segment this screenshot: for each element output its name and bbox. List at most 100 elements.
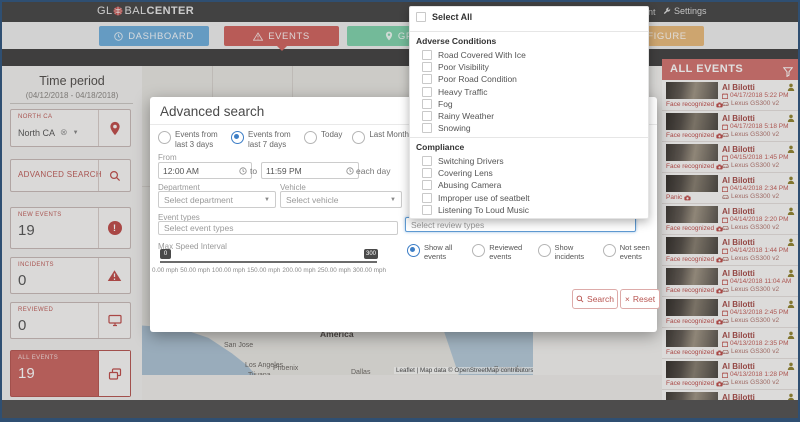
period-radio-group: Events from last 3 days Events from last… — [158, 130, 409, 150]
radio-icon — [304, 131, 317, 144]
checkbox-icon — [422, 123, 432, 133]
radio-icon — [603, 244, 616, 257]
review-radio-option[interactable]: Not seen events — [603, 243, 657, 262]
slider-tick-label: 150.00 mph — [247, 267, 280, 274]
review-radio-group: Show all events Reviewed events Show inc… — [407, 243, 657, 262]
compliance-header: Compliance — [416, 142, 464, 152]
dropdown-checkbox-option[interactable]: Covering Lens — [410, 167, 648, 179]
slider-tick-label: 50.00 mph — [180, 267, 210, 274]
dropdown-checkbox-option[interactable]: Poor Visibility — [410, 61, 648, 73]
radio-icon — [158, 131, 171, 144]
checkbox-label: Covering Lens — [438, 168, 493, 178]
period-radio-option[interactable]: Last Month — [352, 130, 409, 150]
review-types-input[interactable] — [405, 217, 636, 232]
radio-label: Show incidents — [555, 243, 592, 262]
to-label: to — [250, 166, 257, 176]
radio-icon — [407, 244, 420, 257]
review-radio-option[interactable]: Show all events — [407, 243, 461, 262]
checkbox-label: Rainy Weather — [438, 111, 494, 121]
checkbox-label: Road Covered With Ice — [438, 50, 526, 60]
checkbox-icon — [422, 111, 432, 121]
event-types-input[interactable] — [158, 221, 398, 235]
radio-label: Events from last 7 days — [248, 130, 294, 150]
checkbox-label: Abusing Camera — [438, 180, 501, 190]
slider-tick-label: 100.00 mph — [212, 267, 245, 274]
slider-min-handle[interactable]: 0 — [160, 249, 171, 259]
modal-title: Advanced search — [160, 104, 264, 119]
clock-icon — [239, 167, 247, 175]
radio-label: Not seen events — [620, 243, 657, 262]
radio-icon — [472, 244, 485, 257]
app-window: GL BALCENTER nt Settings DASHBOARD EVENT… — [0, 0, 800, 422]
close-icon: × — [625, 294, 630, 304]
radio-label: Today — [321, 130, 342, 150]
compliance-list: Switching Drivers Covering Lens Abusing … — [410, 155, 648, 216]
checkbox-label: Switching Drivers — [438, 156, 504, 166]
dropdown-checkbox-option[interactable]: Rainy Weather — [410, 110, 648, 122]
dropdown-checkbox-option[interactable]: Heavy Traffic — [410, 86, 648, 98]
radio-label: Events from last 3 days — [175, 130, 221, 150]
adverse-conditions-header: Adverse Conditions — [416, 36, 496, 46]
checkbox-label: Poor Visibility — [438, 62, 489, 72]
review-types-dropdown: Select All Adverse Conditions Road Cover… — [409, 6, 649, 219]
dropdown-checkbox-option[interactable]: Switching Drivers — [410, 155, 648, 167]
reset-button[interactable]: × Reset — [620, 289, 660, 309]
checkbox-icon — [422, 99, 432, 109]
dropdown-checkbox-option[interactable]: Improper use of seatbelt — [410, 192, 648, 204]
select-all-option[interactable]: Select All — [416, 12, 472, 22]
search-button-label: Search — [587, 294, 614, 304]
slider-max-handle[interactable]: 300 — [364, 249, 378, 259]
vehicle-select[interactable]: Select vehicle ▼ — [280, 191, 402, 208]
checkbox-icon — [422, 180, 432, 190]
checkbox-label: Improper use of seatbelt — [438, 193, 530, 203]
slider-tick-label: 0.00 mph — [152, 267, 178, 274]
period-radio-option[interactable]: Events from last 3 days — [158, 130, 221, 150]
slider-tick-label: 250.00 mph — [318, 267, 351, 274]
checkbox-label: Poor Road Condition — [438, 74, 517, 84]
checkbox-label: Heavy Traffic — [438, 87, 487, 97]
dropdown-checkbox-option[interactable]: Poor Road Condition — [410, 73, 648, 85]
dropdown-checkbox-option[interactable]: Abusing Camera — [410, 179, 648, 191]
checkbox-icon — [422, 87, 432, 97]
review-radio-option[interactable]: Show incidents — [538, 243, 592, 262]
checkbox-icon — [422, 50, 432, 60]
select-all-label: Select All — [432, 12, 472, 22]
slider-track[interactable] — [160, 261, 377, 263]
clock-icon — [346, 167, 354, 175]
reset-button-label: Reset — [633, 294, 655, 304]
checkbox-icon — [422, 74, 432, 84]
to-time-input[interactable]: 11:59 PM — [261, 162, 359, 179]
dropdown-checkbox-option[interactable]: Road Covered With Ice — [410, 49, 648, 61]
review-radio-option[interactable]: Reviewed events — [472, 243, 526, 262]
dropdown-checkbox-option[interactable]: Listening To Loud Music — [410, 204, 648, 216]
checkbox-icon — [422, 156, 432, 166]
adverse-conditions-list: Road Covered With Ice Poor Visibility Po… — [410, 49, 648, 134]
from-time-value: 12:00 AM — [163, 166, 199, 176]
radio-icon — [538, 244, 551, 257]
radio-label: Reviewed events — [489, 243, 526, 262]
radio-icon — [231, 131, 244, 144]
to-time-value: 11:59 PM — [266, 166, 302, 176]
checkbox-icon — [422, 205, 432, 215]
checkbox-icon — [422, 168, 432, 178]
from-time-input[interactable]: 12:00 AM — [158, 162, 252, 179]
department-select[interactable]: Select department ▼ — [158, 191, 276, 208]
checkbox-icon — [422, 62, 432, 72]
radio-icon — [352, 131, 365, 144]
radio-label: Last Month — [369, 130, 409, 150]
dropdown-checkbox-option[interactable]: Fog — [410, 98, 648, 110]
vehicle-value: Select vehicle — [286, 195, 338, 205]
from-label: From — [158, 153, 177, 162]
checkbox-icon — [416, 12, 426, 22]
slider-tick-label: 300.00 mph — [353, 267, 386, 274]
checkbox-label: Fog — [438, 99, 453, 109]
dropdown-divider — [410, 31, 648, 32]
slider-tick-label: 200.00 mph — [282, 267, 315, 274]
checkbox-icon — [422, 193, 432, 203]
slider-ticks: 0.00 mph50.00 mph100.00 mph150.00 mph200… — [152, 267, 386, 274]
search-button[interactable]: Search — [572, 289, 618, 309]
period-radio-option[interactable]: Events from last 7 days — [231, 130, 294, 150]
department-value: Select department — [164, 195, 233, 205]
dropdown-checkbox-option[interactable]: Snowing — [410, 122, 648, 134]
period-radio-option[interactable]: Today — [304, 130, 342, 150]
